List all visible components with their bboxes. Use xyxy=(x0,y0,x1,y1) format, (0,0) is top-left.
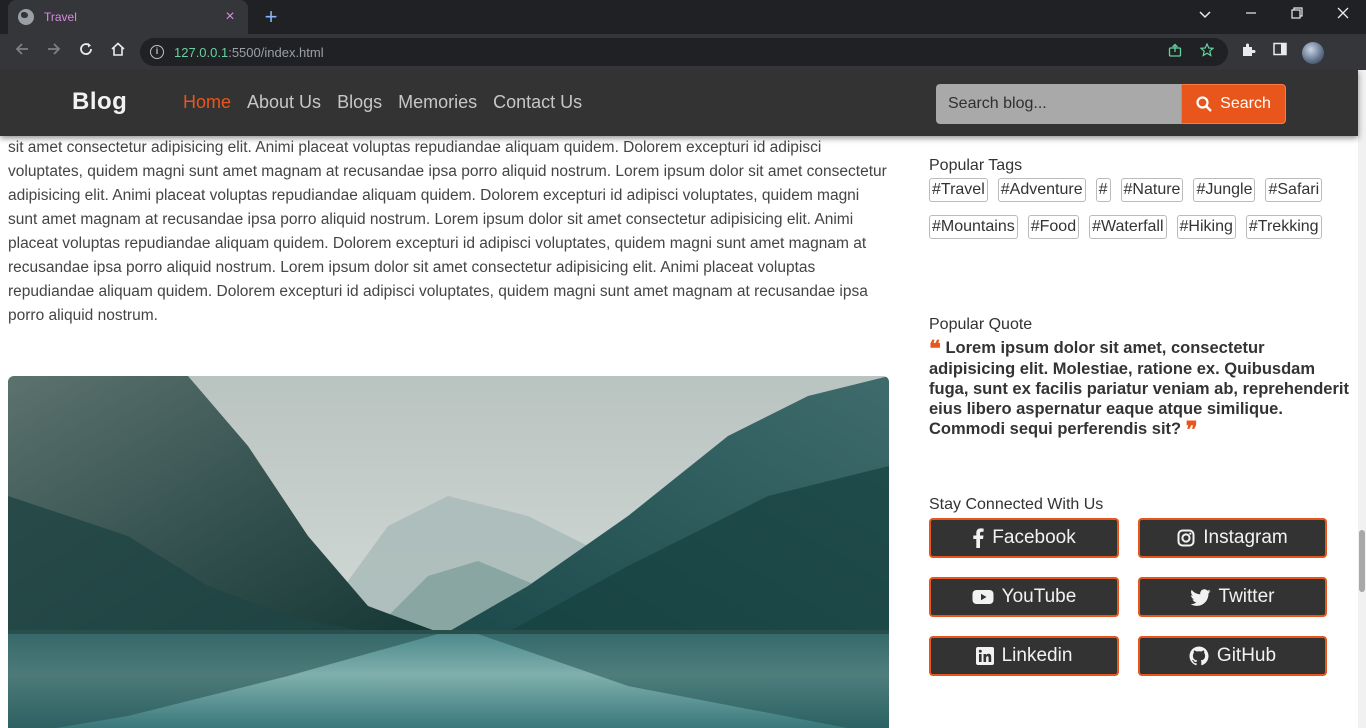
browser-tabstrip: Travel × + xyxy=(0,0,1366,34)
search-icon xyxy=(1196,96,1212,112)
nav-link-about-us[interactable]: About Us xyxy=(247,92,321,113)
url-host: 127.0.0.1 xyxy=(174,44,229,60)
tag-hiking[interactable]: #Hiking xyxy=(1176,215,1236,239)
home-icon[interactable] xyxy=(106,40,130,64)
restore-icon[interactable] xyxy=(1274,0,1320,30)
nav-link-contact-us[interactable]: Contact Us xyxy=(493,92,582,113)
back-icon[interactable] xyxy=(10,40,34,64)
browser-toolbar: i 127.0.0.1:5500/index.html xyxy=(0,34,1366,70)
address-bar[interactable]: i 127.0.0.1:5500/index.html xyxy=(140,38,1228,66)
profile-avatar[interactable] xyxy=(1302,42,1324,64)
bookmark-star-icon[interactable] xyxy=(1198,42,1216,61)
forward-icon[interactable] xyxy=(42,40,66,64)
minimize-icon[interactable] xyxy=(1228,0,1274,30)
tag-jungle[interactable]: #Jungle xyxy=(1193,178,1256,202)
social-links: Facebook Instagram YouTube Twitter Linke… xyxy=(929,518,1327,676)
tab-title: Travel xyxy=(44,10,77,24)
github-label: GitHub xyxy=(1216,645,1277,666)
github-icon xyxy=(1189,646,1209,666)
hero-lake-image xyxy=(8,376,889,728)
twitter-button[interactable]: Twitter xyxy=(1138,577,1327,617)
open-quote-icon: ❝ xyxy=(929,336,941,362)
tab-search-icon[interactable] xyxy=(1182,0,1228,30)
instagram-button[interactable]: Instagram xyxy=(1138,518,1327,558)
tag-travel[interactable]: #Travel xyxy=(929,178,988,202)
site-brand[interactable]: Blog xyxy=(72,88,127,116)
linkedin-button[interactable]: Linkedin xyxy=(929,636,1119,676)
page-scrollbar-thumb[interactable] xyxy=(1359,530,1365,592)
site-navbar: Blog Home About Us Blogs Memories Contac… xyxy=(0,70,1358,136)
tag-trekking[interactable]: #Trekking xyxy=(1245,215,1322,239)
stay-connected-heading: Stay Connected With Us xyxy=(929,496,1104,513)
close-window-icon[interactable] xyxy=(1320,0,1366,30)
tag-adventure[interactable]: #Adventure xyxy=(997,178,1086,202)
popular-tags-heading: Popular Tags xyxy=(929,157,1023,174)
search-button[interactable]: Search xyxy=(1181,84,1286,124)
site-info-icon[interactable]: i xyxy=(150,45,164,59)
extensions-puzzle-icon[interactable] xyxy=(1238,42,1258,62)
twitter-label: Twitter xyxy=(1218,586,1275,607)
nav-link-blogs[interactable]: Blogs xyxy=(337,92,382,113)
tag-list: #Travel #Adventure # #Nature #Jungle #Sa… xyxy=(929,178,1329,239)
nav-link-home[interactable]: Home xyxy=(183,92,231,113)
globe-icon xyxy=(18,9,34,25)
linkedin-label: Linkedin xyxy=(1001,645,1073,666)
tag-waterfall[interactable]: #Waterfall xyxy=(1089,215,1167,239)
popular-quote: ❝ Lorem ipsum dolor sit amet, consectetu… xyxy=(929,336,1349,443)
popular-quote-heading: Popular Quote xyxy=(929,316,1033,333)
youtube-label: YouTube xyxy=(1001,586,1077,607)
url-path: :5500/index.html xyxy=(228,44,324,60)
nav-link-memories[interactable]: Memories xyxy=(398,92,477,113)
github-button[interactable]: GitHub xyxy=(1138,636,1327,676)
instagram-icon xyxy=(1177,529,1195,547)
share-icon[interactable] xyxy=(1166,43,1184,61)
close-quote-icon: ❞ xyxy=(1185,417,1198,443)
new-tab-icon[interactable]: + xyxy=(258,4,284,30)
browser-tab[interactable]: Travel × xyxy=(8,0,248,34)
facebook-icon xyxy=(973,528,984,548)
twitter-icon xyxy=(1190,588,1211,606)
facebook-label: Facebook xyxy=(992,527,1076,548)
youtube-button[interactable]: YouTube xyxy=(929,577,1119,617)
page-scrollbar-track[interactable] xyxy=(1358,70,1366,728)
quote-text: Lorem ipsum dolor sit amet, consectetur … xyxy=(929,339,1349,438)
youtube-icon xyxy=(972,590,994,604)
search-input[interactable] xyxy=(936,84,1182,124)
tag-empty[interactable]: # xyxy=(1095,178,1111,202)
tag-food[interactable]: #Food xyxy=(1027,215,1080,239)
search-button-label: Search xyxy=(1220,95,1271,112)
tag-safari[interactable]: #Safari xyxy=(1265,178,1323,202)
tag-nature[interactable]: #Nature xyxy=(1120,178,1184,202)
linkedin-icon xyxy=(975,647,994,665)
reload-icon[interactable] xyxy=(74,40,98,64)
nav-links: Home About Us Blogs Memories Contact Us xyxy=(183,92,582,113)
web-page: excepturi id adipisci voluptates, quidem… xyxy=(0,70,1366,728)
instagram-label: Instagram xyxy=(1203,527,1288,548)
article-paragraph: excepturi id adipisci voluptates, quidem… xyxy=(8,115,887,324)
tag-mountains[interactable]: #Mountains xyxy=(929,215,1018,239)
facebook-button[interactable]: Facebook xyxy=(929,518,1119,558)
close-tab-icon[interactable]: × xyxy=(222,8,238,26)
side-panel-icon[interactable] xyxy=(1270,42,1290,62)
